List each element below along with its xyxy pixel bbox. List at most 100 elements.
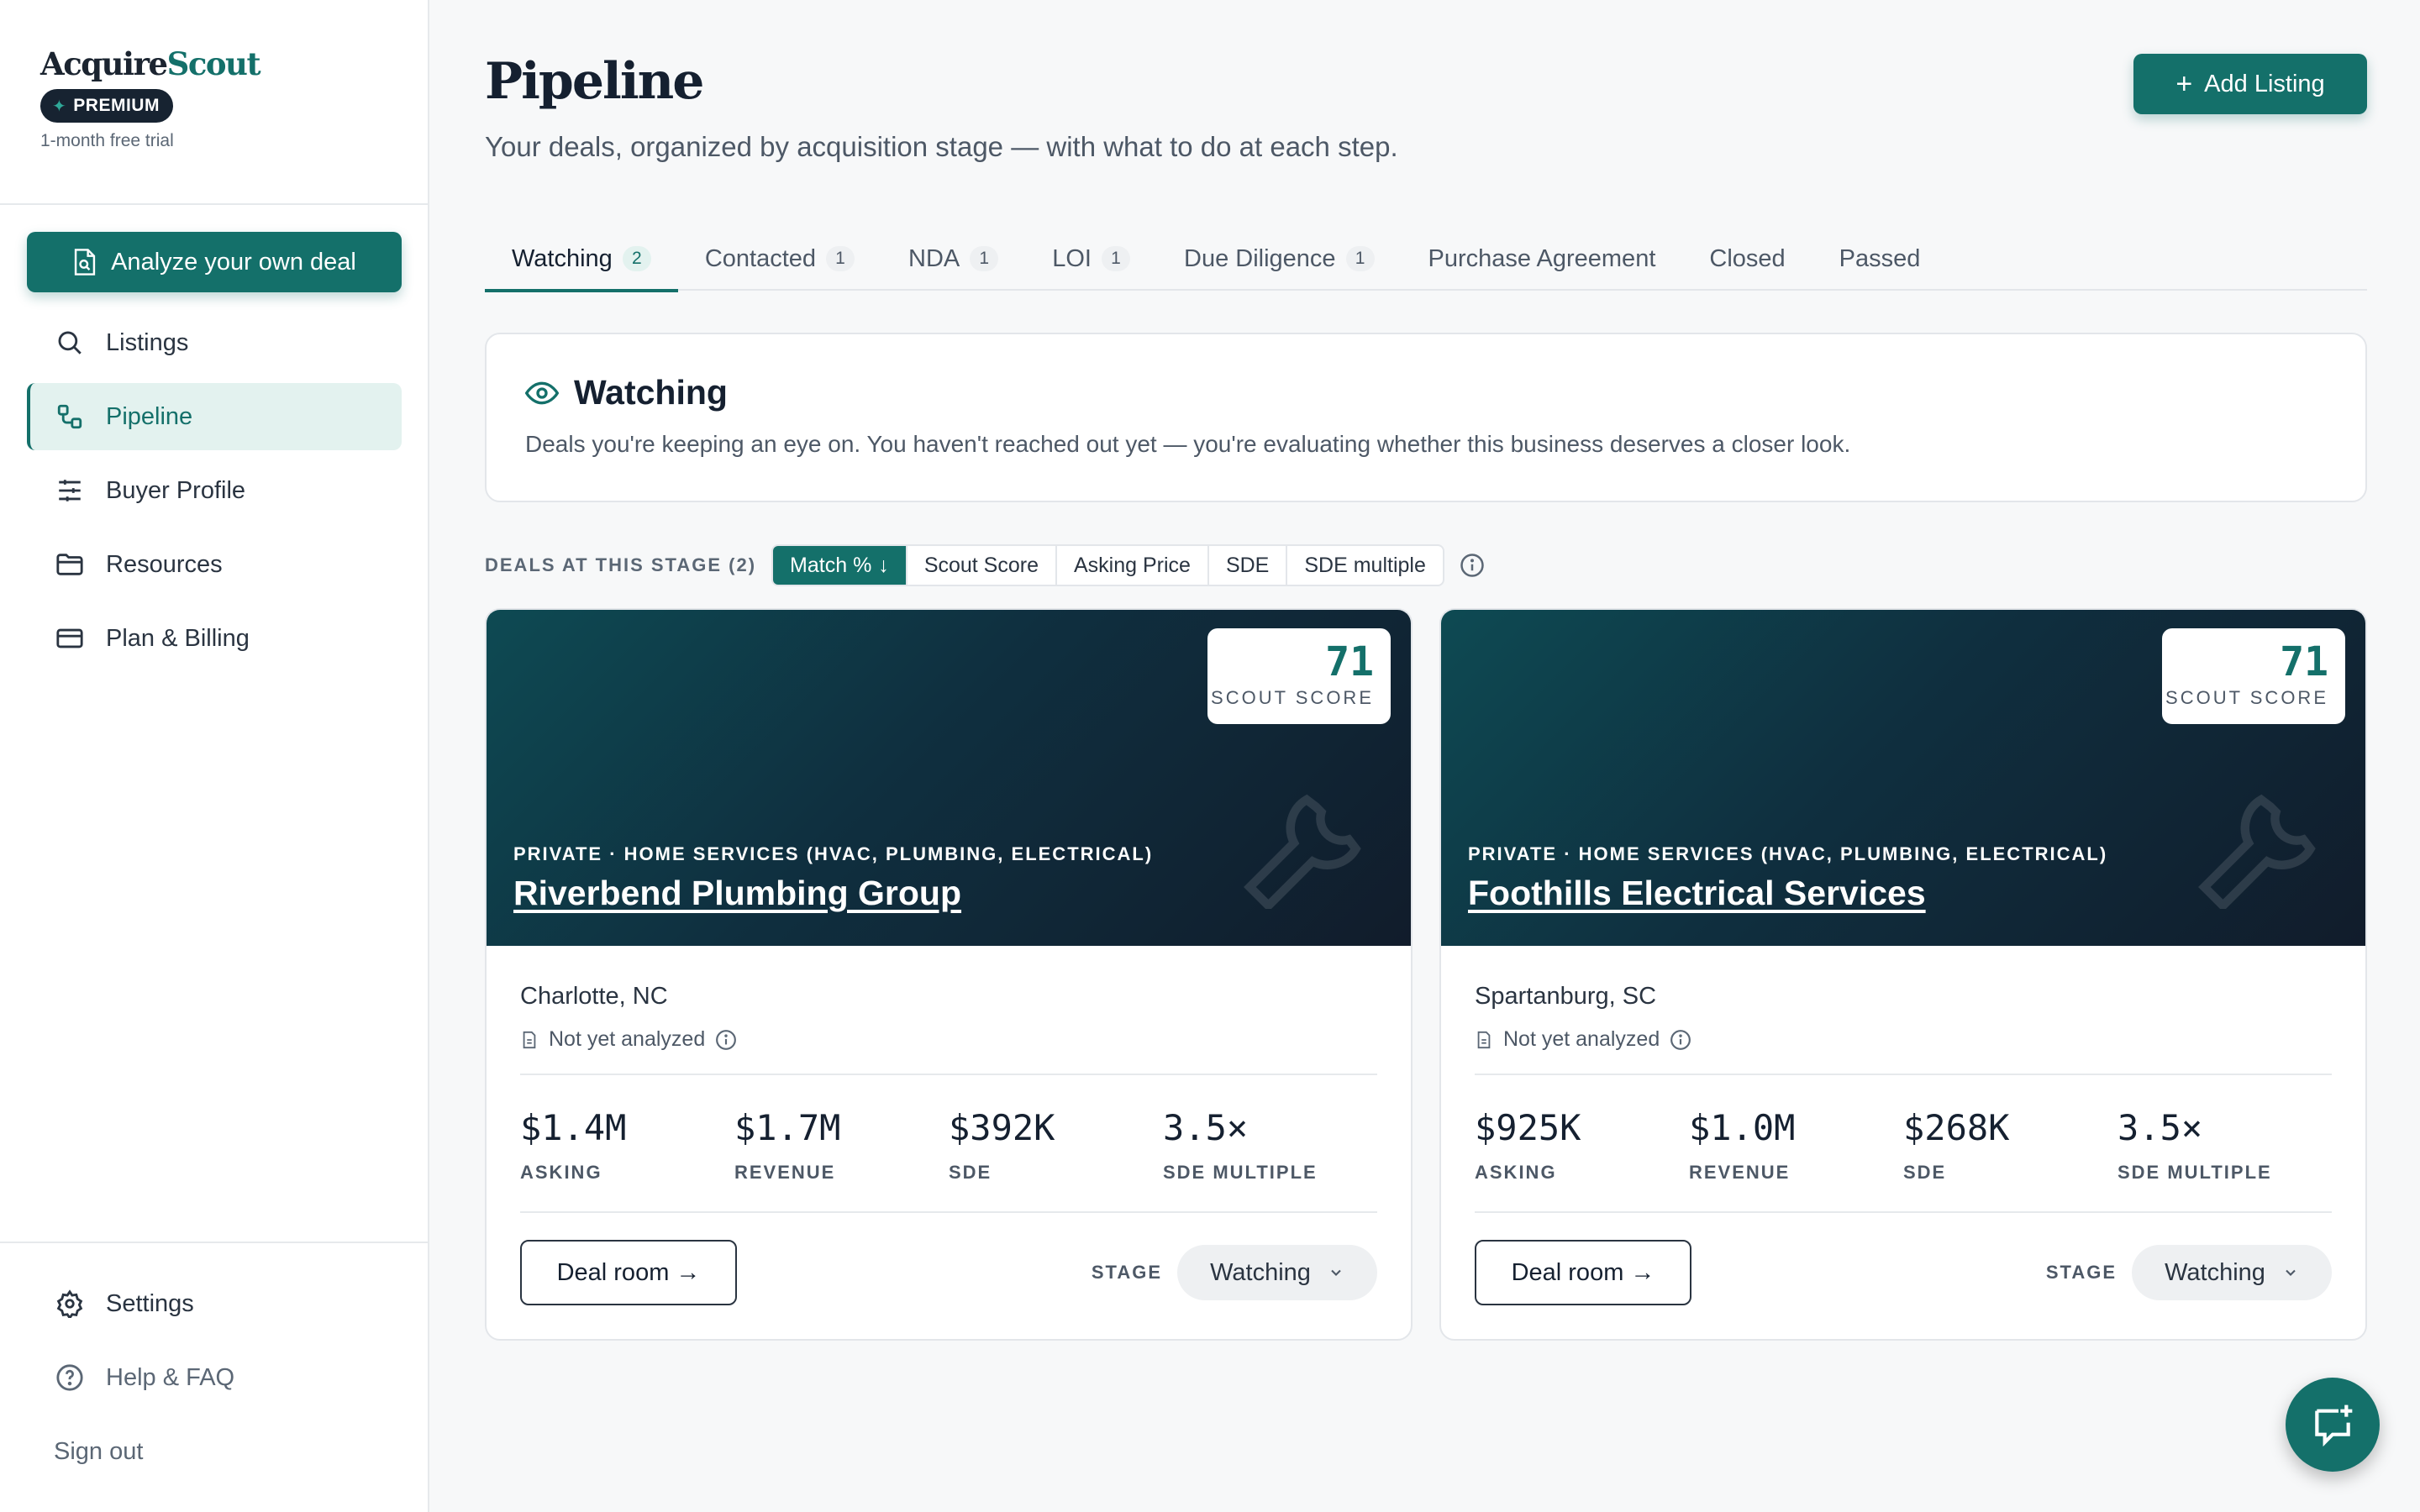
metric-sde: $392K SDE bbox=[949, 1107, 1163, 1211]
tab-closed[interactable]: Closed bbox=[1682, 227, 1812, 291]
chevron-down-icon bbox=[1331, 1269, 1341, 1276]
deal-metrics: $925K ASKING $1.0M REVENUE $268K SDE 3.5× SD… bbox=[1475, 1075, 2332, 1211]
stage-tabs: Watching 2 Contacted 1 NDA 1 LOI 1 Due Dilig… bbox=[485, 227, 2367, 292]
deal-room-button[interactable]: Deal room → bbox=[1475, 1240, 1691, 1305]
tab-label: Passed bbox=[1839, 244, 1921, 272]
analysis-status: Not yet analyzed bbox=[520, 1027, 1377, 1052]
tab-contacted[interactable]: Contacted 1 bbox=[678, 227, 881, 291]
sparkle-icon: ✦ bbox=[52, 97, 67, 116]
metric-label: SDE bbox=[1903, 1162, 1947, 1183]
tab-count: 1 bbox=[826, 246, 855, 271]
gear-icon bbox=[56, 1289, 83, 1318]
sidebar-item-listings[interactable]: Listings bbox=[27, 309, 402, 376]
deal-card: 71 SCOUT SCORE PRIVATE · HOME SERVICES (… bbox=[485, 608, 1413, 1341]
metric-value: $268K bbox=[1903, 1107, 2010, 1148]
metric-value: $925K bbox=[1475, 1107, 1581, 1148]
eye-icon bbox=[525, 381, 559, 404]
scout-score-badge: 71 SCOUT SCORE bbox=[1207, 628, 1391, 724]
metric-value: $1.4M bbox=[520, 1107, 627, 1148]
sidebar-item-pipeline[interactable]: Pipeline bbox=[27, 383, 402, 450]
deal-category: PRIVATE · HOME SERVICES (HVAC, PLUMBING,… bbox=[1468, 843, 2108, 864]
help-icon bbox=[56, 1364, 83, 1391]
add-listing-button[interactable]: + Add Listing bbox=[2133, 54, 2367, 114]
metric-sde-multiple: 3.5× SDE MULTIPLE bbox=[2118, 1107, 2332, 1211]
sidebar-item-settings[interactable]: Settings bbox=[27, 1270, 402, 1337]
info-icon[interactable] bbox=[715, 1029, 737, 1051]
app-logo[interactable]: AcquireScout bbox=[40, 45, 261, 82]
sidebar-item-help[interactable]: Help & FAQ bbox=[27, 1344, 402, 1411]
stage-select[interactable]: Watching bbox=[1177, 1245, 1377, 1300]
metric-value: $1.7M bbox=[734, 1107, 841, 1148]
wrench-icon bbox=[1244, 794, 1361, 909]
tab-purchase-agreement[interactable]: Purchase Agreement bbox=[1402, 227, 1683, 291]
sidebar-item-buyer-profile[interactable]: Buyer Profile bbox=[27, 457, 402, 524]
sort-scout-score[interactable]: Scout Score bbox=[908, 546, 1057, 585]
deal-metrics: $1.4M ASKING $1.7M REVENUE $392K SDE 3.5× SD… bbox=[520, 1075, 1377, 1211]
tab-passed[interactable]: Passed bbox=[1812, 227, 1948, 291]
tab-due-diligence[interactable]: Due Diligence 1 bbox=[1157, 227, 1402, 291]
scout-score-badge: 71 SCOUT SCORE bbox=[2162, 628, 2345, 724]
metric-revenue: $1.0M REVENUE bbox=[1689, 1107, 1903, 1211]
metric-label: ASKING bbox=[1475, 1162, 1557, 1183]
metric-value: $1.0M bbox=[1689, 1107, 1796, 1148]
tab-nda[interactable]: NDA 1 bbox=[881, 227, 1025, 291]
sidebar-bottom-nav: Settings Help & FAQ Sign out bbox=[27, 1270, 402, 1485]
tab-count: 1 bbox=[1102, 246, 1130, 271]
deal-name-link[interactable]: Riverbend Plumbing Group bbox=[513, 874, 961, 913]
analysis-status-label: Not yet analyzed bbox=[1503, 1027, 1660, 1051]
sort-sde-multiple[interactable]: SDE multiple bbox=[1287, 546, 1443, 585]
wrench-icon bbox=[2198, 794, 2316, 909]
sort-sde[interactable]: SDE bbox=[1209, 546, 1288, 585]
tab-watching[interactable]: Watching 2 bbox=[485, 227, 678, 292]
deal-hero: 71 SCOUT SCORE PRIVATE · HOME SERVICES (… bbox=[487, 610, 1411, 946]
deal-room-button[interactable]: Deal room → bbox=[520, 1240, 737, 1305]
analyze-deal-label: Analyze your own deal bbox=[111, 248, 356, 276]
sign-out-link[interactable]: Sign out bbox=[27, 1418, 402, 1485]
sidebar-item-label: Resources bbox=[106, 550, 223, 578]
deal-card: 71 SCOUT SCORE PRIVATE · HOME SERVICES (… bbox=[1439, 608, 2367, 1341]
logo-text-accent: Scout bbox=[166, 45, 261, 82]
stage-select-value: Watching bbox=[1210, 1258, 1311, 1286]
stage-info-card: Watching Deals you're keeping an eye on.… bbox=[485, 333, 2367, 502]
info-icon[interactable] bbox=[1670, 1029, 1691, 1051]
logo-text: Acquire bbox=[40, 45, 168, 82]
stage-select[interactable]: Watching bbox=[2132, 1245, 2332, 1300]
tab-count: 2 bbox=[622, 246, 651, 271]
folder-icon bbox=[56, 554, 83, 575]
premium-badge: ✦ PREMIUM bbox=[40, 89, 173, 123]
sidebar-divider bbox=[0, 203, 429, 205]
deal-location: Spartanburg, SC bbox=[1475, 983, 1657, 1010]
sidebar-item-resources[interactable]: Resources bbox=[27, 531, 402, 598]
analysis-status: Not yet analyzed bbox=[1475, 1027, 2332, 1052]
sidebar-divider bbox=[0, 1242, 429, 1243]
metric-revenue: $1.7M REVENUE bbox=[734, 1107, 949, 1211]
chat-icon bbox=[2315, 1404, 2353, 1447]
search-icon bbox=[58, 331, 82, 354]
brand: AcquireScout ✦ PREMIUM 1-month free tria… bbox=[40, 45, 261, 151]
chat-button[interactable] bbox=[2286, 1378, 2380, 1472]
info-icon[interactable] bbox=[1460, 553, 1485, 578]
sidebar-item-plan-billing[interactable]: Plan & Billing bbox=[27, 605, 402, 672]
tab-label: NDA bbox=[908, 244, 960, 272]
sort-bar: DEALS AT THIS STAGE (2) Match % ↓ Scout S… bbox=[485, 544, 1485, 586]
sort-asking-price[interactable]: Asking Price bbox=[1057, 546, 1209, 585]
sort-match[interactable]: Match % ↓ bbox=[773, 546, 908, 585]
stage-label: STAGE bbox=[1091, 1262, 1162, 1283]
add-listing-label: Add Listing bbox=[2204, 70, 2325, 97]
document-search-icon bbox=[74, 249, 96, 276]
tab-label: Watching bbox=[512, 244, 613, 272]
metric-label: REVENUE bbox=[734, 1162, 836, 1183]
stage-description: Deals you're keeping an eye on. You have… bbox=[525, 431, 1851, 457]
tab-loi[interactable]: LOI 1 bbox=[1025, 227, 1157, 291]
metric-sde-multiple: 3.5× SDE MULTIPLE bbox=[1163, 1107, 1377, 1211]
tab-label: Purchase Agreement bbox=[1428, 244, 1656, 272]
metric-value: $392K bbox=[949, 1107, 1055, 1148]
analyze-deal-button[interactable]: Analyze your own deal bbox=[27, 232, 402, 292]
tab-label: Closed bbox=[1709, 244, 1786, 272]
document-icon bbox=[523, 1031, 536, 1048]
metric-label: SDE bbox=[949, 1162, 992, 1183]
tab-label: Due Diligence bbox=[1184, 244, 1336, 272]
metric-label: SDE MULTIPLE bbox=[2118, 1162, 2272, 1183]
deal-name-link[interactable]: Foothills Electrical Services bbox=[1468, 874, 1926, 913]
sidebar-item-label: Listings bbox=[106, 328, 189, 356]
